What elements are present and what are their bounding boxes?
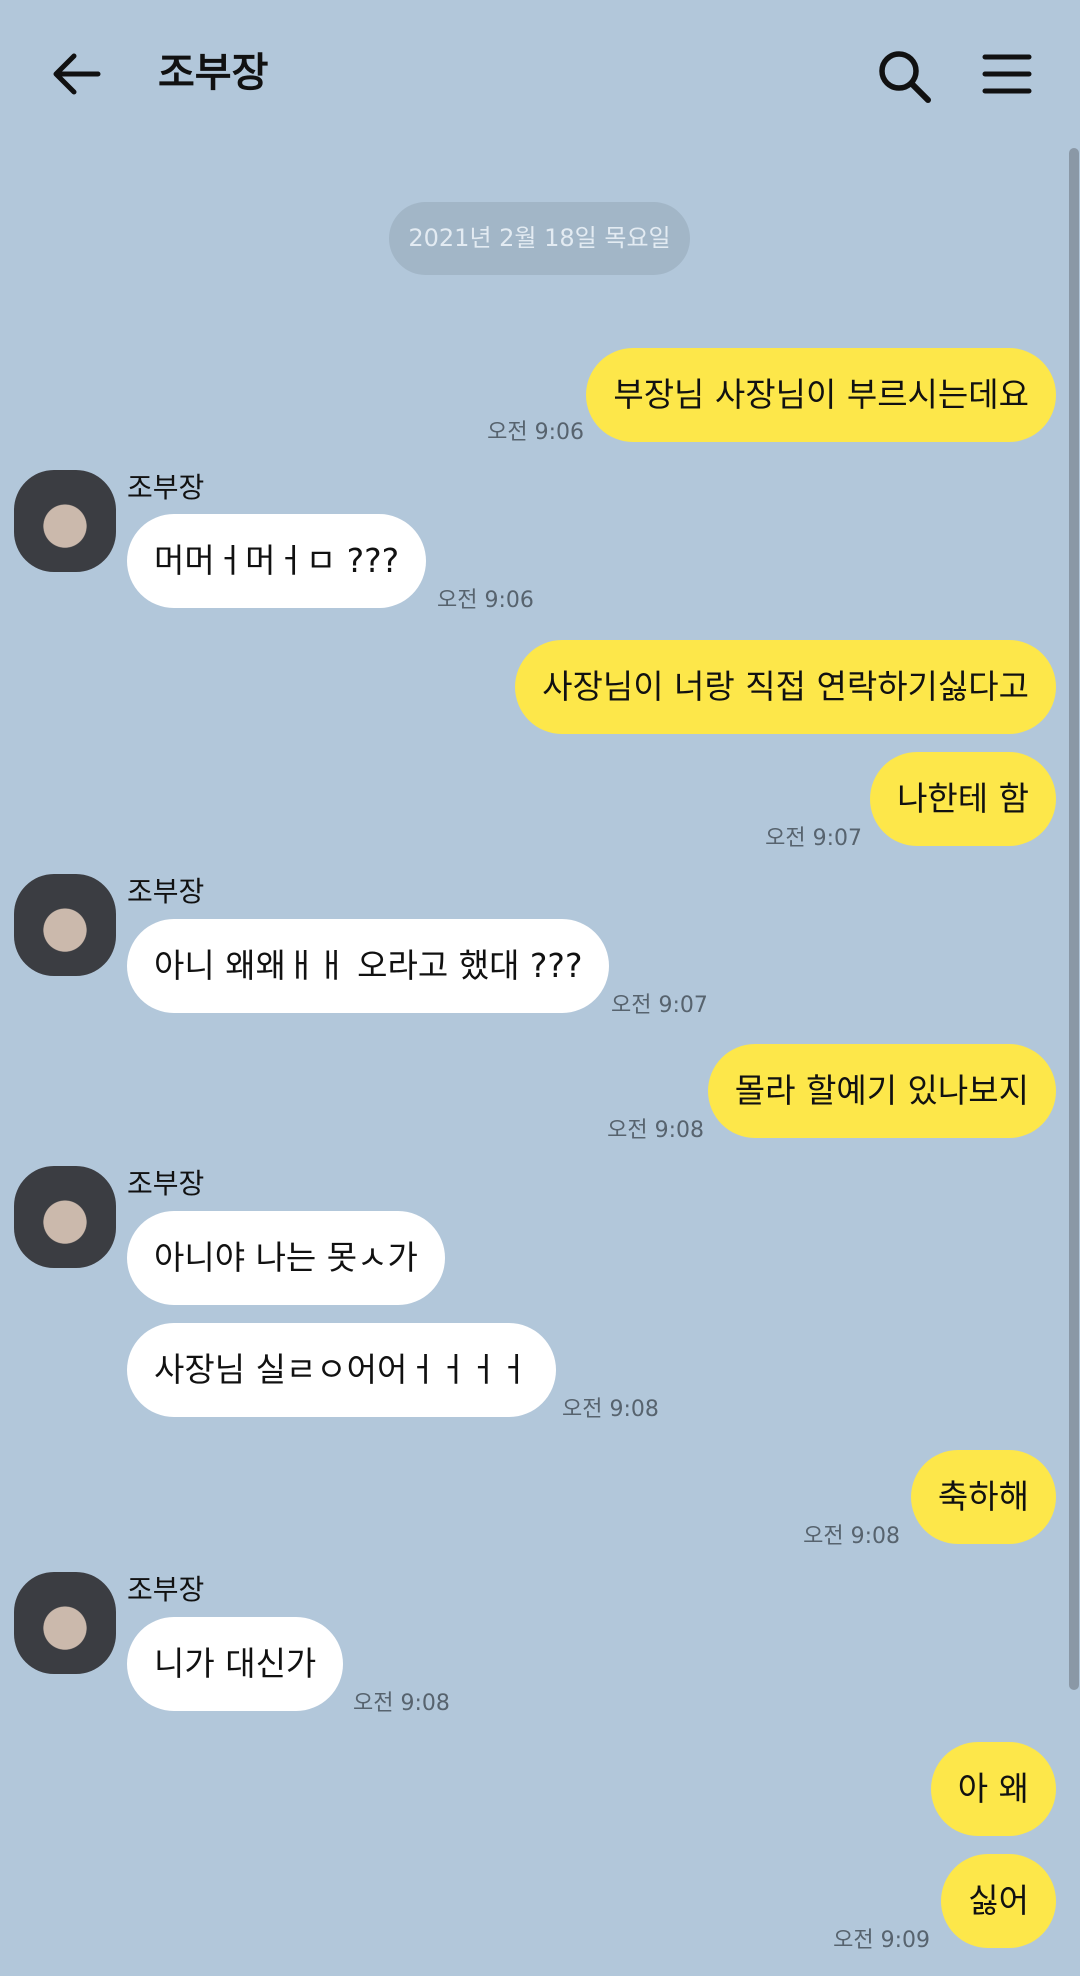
chat-header: 조부장	[0, 0, 1080, 150]
sender-name: 조부장	[127, 1167, 205, 1200]
message-bubble[interactable]: 몰라 할예기 있나보지	[707, 1044, 1056, 1138]
incoming-message: 사장님 실ㄹㅇ어어ㅓㅓㅓㅓ 오전 9:08	[0, 1323, 1080, 1422]
message-time: 오전 9:06	[437, 588, 534, 613]
message-bubble[interactable]: 부장님 사장님이 부르시는데요	[586, 348, 1056, 442]
back-arrow-icon[interactable]	[50, 48, 102, 100]
date-separator: 2021년 2월 18일 목요일	[389, 202, 690, 275]
message-bubble[interactable]: 싫어	[941, 1854, 1056, 1948]
outgoing-message: 축하해 오전 9:08	[0, 1450, 1080, 1549]
message-bubble[interactable]: 사장님 실ㄹㅇ어어ㅓㅓㅓㅓ	[127, 1323, 556, 1417]
outgoing-message: 싫어 오전 9:09	[0, 1854, 1080, 1953]
sender-name: 조부장	[127, 1573, 205, 1606]
message-time: 오전 9:08	[607, 1118, 704, 1143]
menu-icon[interactable]	[982, 52, 1032, 96]
message-bubble[interactable]: 머머ㅓ머ㅓㅁ ???	[127, 514, 427, 608]
chat-title: 조부장	[158, 50, 269, 96]
message-bubble[interactable]: 나한테 함	[870, 752, 1056, 846]
message-time: 오전 9:07	[765, 826, 862, 851]
incoming-message: 니가 대신가 오전 9:08	[0, 1617, 1080, 1716]
message-time: 오전 9:06	[487, 420, 584, 445]
message-bubble[interactable]: 사장님이 너랑 직접 연락하기싫다고	[515, 640, 1056, 734]
message-time: 오전 9:09	[833, 1928, 930, 1953]
outgoing-message: 나한테 함 오전 9:07	[0, 752, 1080, 851]
message-time: 오전 9:08	[562, 1397, 659, 1422]
outgoing-message: 아 왜	[0, 1742, 1080, 1836]
search-icon[interactable]	[876, 48, 932, 104]
message-time: 오전 9:08	[353, 1691, 450, 1716]
message-time: 오전 9:08	[803, 1524, 900, 1549]
incoming-message: 머머ㅓ머ㅓㅁ ??? 오전 9:06	[0, 514, 1080, 613]
message-bubble[interactable]: 아 왜	[930, 1742, 1056, 1836]
message-bubble[interactable]: 축하해	[910, 1450, 1056, 1544]
outgoing-message: 몰라 할예기 있나보지 오전 9:08	[0, 1044, 1080, 1143]
sender-name: 조부장	[127, 471, 205, 504]
outgoing-message: 부장님 사장님이 부르시는데요 오전 9:06	[0, 348, 1080, 445]
sender-name: 조부장	[127, 875, 205, 908]
outgoing-message: 사장님이 너랑 직접 연락하기싫다고	[0, 640, 1080, 734]
incoming-message: 아니야 나는 못ㅅ가	[0, 1211, 1080, 1305]
incoming-message: 아니 왜왜ㅐㅐ 오라고 했대 ??? 오전 9:07	[0, 919, 1080, 1018]
message-bubble[interactable]: 아니야 나는 못ㅅ가	[127, 1211, 445, 1305]
message-time: 오전 9:07	[611, 993, 708, 1018]
message-bubble[interactable]: 니가 대신가	[127, 1617, 344, 1711]
message-bubble[interactable]: 아니 왜왜ㅐㅐ 오라고 했대 ???	[127, 919, 610, 1013]
